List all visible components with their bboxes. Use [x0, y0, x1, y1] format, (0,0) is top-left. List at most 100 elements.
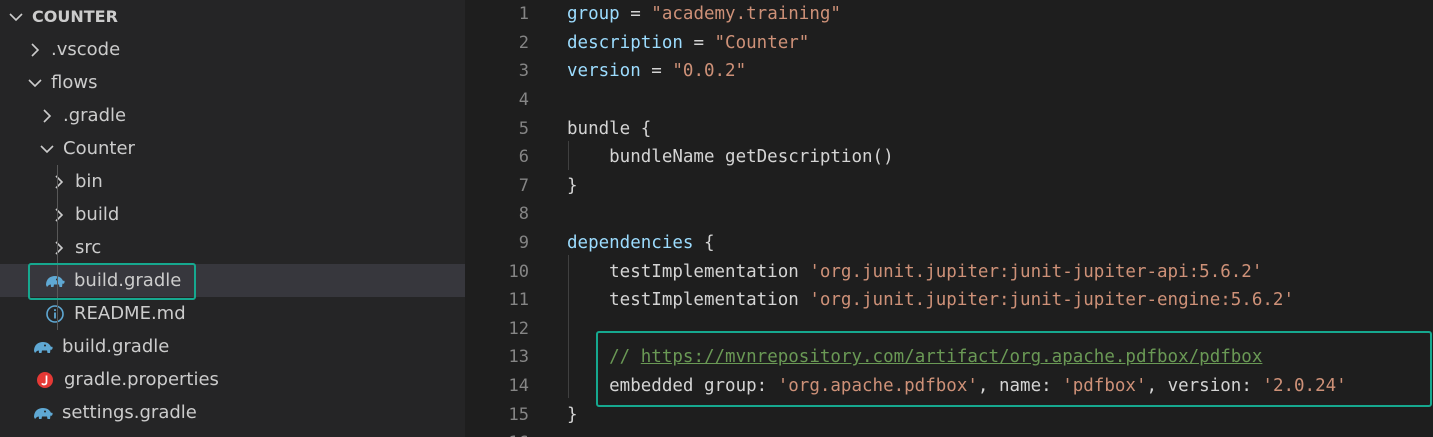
code-token: = — [682, 32, 715, 53]
chevron-right-icon — [49, 238, 69, 258]
code-line[interactable]: 1 group = "academy.training" — [465, 0, 1433, 29]
code-line[interactable]: 14 embedded group: 'org.apache.pdfbox', … — [465, 372, 1433, 401]
code-line[interactable]: 13 // https://mvnrepository.com/artifact… — [465, 343, 1433, 372]
code-line[interactable]: 10 testImplementation 'org.junit.jupiter… — [465, 257, 1433, 286]
code-text: testImplementation 'org.junit.jupiter:ju… — [567, 262, 1262, 282]
code-line[interactable]: 12 — [465, 315, 1433, 344]
code-text: bundle { — [567, 119, 651, 139]
code-line[interactable]: 3 version = "0.0.2" — [465, 57, 1433, 86]
line-number: 14 — [508, 376, 529, 397]
line-number: 1 — [518, 4, 529, 25]
code-line[interactable]: 15} — [465, 400, 1433, 429]
code-token: 'org.junit.jupiter:junit-jupiter-engine:… — [809, 290, 1294, 311]
line-number: 16 — [465, 433, 529, 437]
code-text: bundleName getDescription() — [567, 147, 893, 167]
java-properties-icon — [34, 369, 56, 391]
tree-folder-bin[interactable]: bin — [0, 165, 465, 198]
code-token: '2.0.24' — [1262, 376, 1347, 397]
chevron-right-icon — [25, 40, 45, 60]
code-text: } — [567, 176, 578, 196]
chevron-down-icon — [37, 139, 57, 159]
code-token: , version: — [1146, 376, 1263, 397]
line-number: 4 — [518, 90, 529, 111]
tree-item-label: flows — [51, 72, 98, 93]
tree-item-label: settings.gradle — [62, 402, 197, 423]
code-token: 'pdfbox' — [1062, 376, 1147, 397]
line-number: 9 — [518, 233, 529, 254]
code-line[interactable]: 4 — [465, 86, 1433, 115]
code-token: } — [567, 404, 578, 425]
tree-folder-counter[interactable]: Counter — [0, 132, 465, 165]
chevron-right-icon — [49, 172, 69, 192]
gradle-elephant-icon — [32, 336, 54, 358]
code-line[interactable]: 9 dependencies { — [465, 229, 1433, 258]
tree-file-flows-build-gradle[interactable]: build.gradle — [0, 330, 465, 363]
code-line[interactable]: 16 — [465, 429, 1433, 437]
tree-folder-build[interactable]: build — [0, 198, 465, 231]
explorer-section-header[interactable]: COUNTER — [0, 0, 465, 33]
tree-folder-vscode[interactable]: .vscode — [0, 33, 465, 66]
gradle-elephant-icon — [44, 270, 66, 292]
code-token: group — [567, 4, 620, 25]
code-text: dependencies { — [567, 233, 715, 253]
code-token: } — [567, 175, 578, 196]
line-number: 7 — [518, 175, 529, 196]
code-text: embedded group: 'org.apache.pdfbox', nam… — [567, 376, 1347, 396]
tree-file-counter-build-gradle[interactable]: build.gradle — [0, 264, 465, 297]
tree-item-label: gradle.properties — [64, 369, 219, 390]
tree-item-label: bin — [75, 171, 103, 192]
tree-folder-src[interactable]: src — [0, 231, 465, 264]
code-text: version = "0.0.2" — [567, 61, 746, 81]
code-token: = — [640, 61, 673, 82]
code-token: { — [693, 233, 715, 254]
chevron-right-icon — [37, 106, 57, 126]
code-token: // — [567, 347, 641, 368]
line-number: 10 — [508, 261, 529, 282]
chevron-right-icon — [49, 205, 69, 225]
code-line[interactable]: 7} — [465, 172, 1433, 201]
tree-item-label: .gradle — [63, 105, 127, 126]
code-indent-guide — [568, 255, 569, 398]
code-token: "0.0.2" — [672, 61, 747, 82]
tree-file-readme[interactable]: README.md — [0, 297, 465, 330]
code-line[interactable]: 2 description = "Counter" — [465, 29, 1433, 58]
tree-file-gradle-properties[interactable]: gradle.properties — [0, 363, 465, 396]
tree-item-label: Counter — [63, 138, 135, 159]
code-line[interactable]: 8 — [465, 200, 1433, 229]
tree-item-label: src — [75, 237, 102, 258]
tree-item-label: build.gradle — [62, 336, 170, 357]
code-line[interactable]: 5 bundle { — [465, 114, 1433, 143]
explorer-section-title: COUNTER — [32, 7, 118, 26]
line-number: 8 — [518, 204, 529, 225]
code-token: "Counter" — [714, 32, 810, 53]
tree-folder-dot-gradle[interactable]: .gradle — [0, 99, 465, 132]
code-token[interactable]: https://mvnrepository.com/artifact/org.a… — [641, 347, 1263, 367]
line-number: 15 — [508, 404, 529, 425]
info-icon — [44, 303, 66, 325]
code-token: = — [619, 4, 652, 25]
line-number: 12 — [508, 318, 529, 339]
code-token: description — [567, 32, 683, 53]
code-token: 'org.apache.pdfbox' — [777, 376, 978, 397]
code-token: dependencies — [567, 233, 694, 254]
tree-item-label: .vscode — [51, 39, 121, 60]
tree-item-label: README.md — [74, 303, 186, 324]
code-line[interactable]: 6 bundleName getDescription() — [465, 143, 1433, 172]
chevron-down-icon — [6, 7, 26, 27]
code-editor[interactable]: 1 group = "academy.training" 2 description … — [465, 0, 1433, 437]
line-number: 13 — [508, 347, 529, 368]
tree-indent-guide — [57, 165, 58, 330]
line-number: 5 — [518, 118, 529, 139]
code-token: bundle { — [567, 118, 652, 139]
code-token: "academy.training" — [651, 4, 841, 25]
code-text: } — [567, 405, 578, 425]
code-token: version — [567, 61, 641, 82]
tree-folder-flows[interactable]: flows — [0, 66, 465, 99]
code-line[interactable]: 11 testImplementation 'org.junit.jupiter… — [465, 286, 1433, 315]
code-token: testImplementation — [567, 290, 810, 311]
code-text: group = "academy.training" — [567, 4, 841, 24]
line-number: 2 — [518, 32, 529, 53]
code-indent-guide — [568, 141, 569, 170]
line-number: 11 — [508, 290, 529, 311]
tree-file-settings-gradle[interactable]: settings.gradle — [0, 396, 465, 429]
